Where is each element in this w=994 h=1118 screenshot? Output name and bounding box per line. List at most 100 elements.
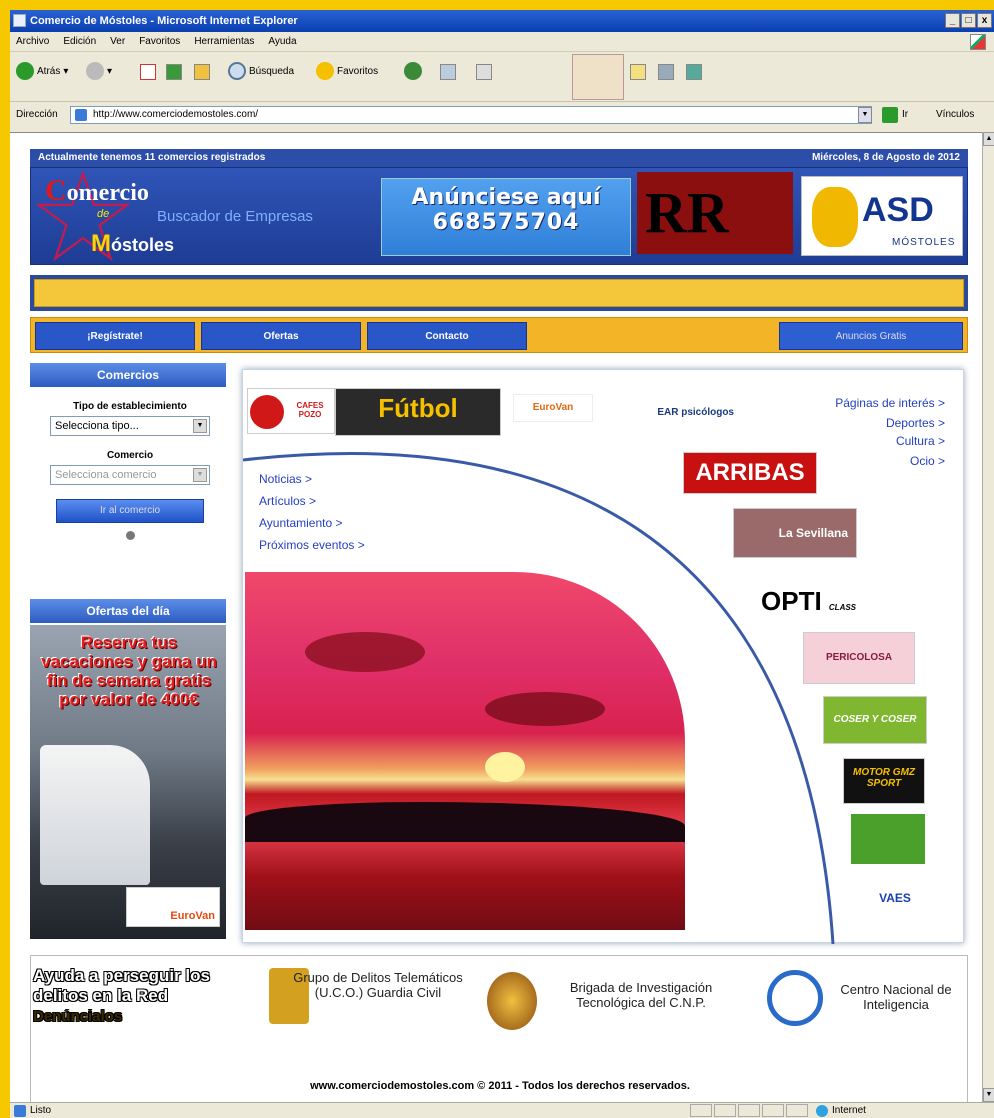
type-label: Tipo de establecimiento xyxy=(73,401,187,412)
status-text: Listo xyxy=(30,1105,52,1116)
internet-zone-icon xyxy=(816,1105,828,1117)
address-dropdown[interactable]: ▼ xyxy=(858,107,872,123)
menu-herramientas[interactable]: Herramientas xyxy=(194,36,254,47)
report-crime-banner[interactable]: Ayuda a perseguir los delitos en la Red … xyxy=(33,966,219,1027)
chevron-down-icon: ▼ xyxy=(193,419,207,433)
nav-offers[interactable]: Ofertas xyxy=(201,322,361,350)
uco-text[interactable]: Grupo de Delitos Telemáticos (U.C.O.) Gu… xyxy=(293,970,463,1000)
web-page: Actualmente tenemos 11 comercios registr… xyxy=(10,132,982,1102)
asd-banner[interactable]: ASD MÓSTOLES xyxy=(801,176,963,256)
go-arrow-icon[interactable] xyxy=(882,107,898,123)
menu-edicion[interactable]: Edición xyxy=(63,36,96,47)
sidebar: Comercios Tipo de establecimiento Selecc… xyxy=(30,363,230,943)
link-deportes[interactable]: Deportes > xyxy=(886,416,945,430)
print-icon[interactable] xyxy=(476,64,492,80)
messenger-icon[interactable] xyxy=(686,64,702,80)
link-ocio[interactable]: Ocio > xyxy=(910,454,945,468)
cafes-pozo-logo[interactable]: CAFES POZO xyxy=(247,388,335,434)
browser-window: Comercio de Móstoles - Microsoft Interne… xyxy=(10,10,994,1118)
menu-archivo[interactable]: Archivo xyxy=(16,36,49,47)
refresh-icon[interactable] xyxy=(166,64,182,80)
top-strip: Actualmente tenemos 11 comercios registr… xyxy=(30,149,968,167)
site-logo[interactable]: Comercio de Buscador de Empresas Móstole… xyxy=(35,170,365,262)
registered-count: Actualmente tenemos 11 comercios registr… xyxy=(38,152,266,163)
la-sevillana-logo[interactable]: La Sevillana xyxy=(733,508,857,558)
tools-icon[interactable] xyxy=(658,64,674,80)
cnp-text[interactable]: Brigada de Investigación Tecnológica del… xyxy=(539,980,743,1010)
link-proximos-eventos[interactable]: Próximos eventos > xyxy=(259,538,365,552)
vaes-logo[interactable]: VAES xyxy=(863,882,927,916)
cni-text[interactable]: Centro Nacional de Inteligencia xyxy=(823,982,969,1012)
window-title: Comercio de Móstoles - Microsoft Interne… xyxy=(30,15,298,27)
futbol-logo[interactable]: Fútbol xyxy=(335,388,501,436)
type-select[interactable]: Selecciona tipo... ▼ xyxy=(50,416,210,436)
home-icon[interactable] xyxy=(194,64,210,80)
green-shop-logo[interactable] xyxy=(851,814,925,864)
eurovan-logo-small[interactable]: EuroVan xyxy=(513,394,593,422)
nav-free-ads[interactable]: Anuncios Gratis xyxy=(779,322,963,350)
favorites-button[interactable]: Favoritos xyxy=(316,62,378,80)
rr-banner[interactable]: RR xyxy=(637,172,793,254)
cni-emblem-icon xyxy=(767,970,823,1026)
opticlass-logo[interactable]: OPTI CLASS xyxy=(759,566,879,622)
maximize-button[interactable]: □ xyxy=(961,13,976,28)
nav-contact[interactable]: Contacto xyxy=(367,322,527,350)
zone-text: Internet xyxy=(832,1105,866,1116)
menu-ayuda[interactable]: Ayuda xyxy=(268,36,296,47)
address-label: Dirección xyxy=(16,109,58,120)
back-button[interactable]: Atrás ▾ xyxy=(16,62,68,80)
scroll-up-icon[interactable]: ▲ xyxy=(983,132,994,146)
yellow-bar xyxy=(30,275,968,311)
site-footer: Ayuda a perseguir los delitos en la Red … xyxy=(30,955,968,1102)
pericolosa-logo[interactable]: PERICOLOSA xyxy=(803,632,915,684)
offer-text: Reserva tus vacaciones y gana un fin de … xyxy=(41,633,217,709)
chevron-down-icon: ▼ xyxy=(193,468,207,482)
shops-title: Comercios xyxy=(30,363,226,387)
ear-psicologos-logo[interactable]: EAR psicólogos xyxy=(619,392,739,432)
main-panel: CAFES POZO Fútbol EuroVan EAR psicólogos… xyxy=(242,369,964,944)
nav-register[interactable]: ¡Regístrate! xyxy=(35,322,195,350)
arribas-logo[interactable]: ARRIBAS xyxy=(683,452,817,494)
scroll-down-icon[interactable]: ▼ xyxy=(983,1088,994,1102)
mail-icon[interactable] xyxy=(440,64,456,80)
vertical-scrollbar[interactable]: ▲ ▼ xyxy=(982,132,994,1102)
site-header: Comercio de Buscador de Empresas Móstole… xyxy=(30,167,968,265)
eurovan-logo: EuroVan xyxy=(126,887,220,927)
motor-gmz-sport-logo[interactable]: MOTOR GMZ SPORT xyxy=(843,758,925,804)
search-button[interactable]: Búsqueda xyxy=(228,62,294,80)
close-button[interactable]: x xyxy=(977,13,992,28)
forward-button[interactable]: ▾ xyxy=(86,62,112,80)
menu-bar: Archivo Edición Ver Favoritos Herramient… xyxy=(10,32,994,52)
minimize-button[interactable]: _ xyxy=(945,13,960,28)
advertise-banner[interactable]: Anúnciese aquí 668575704 xyxy=(381,178,631,256)
offer-image[interactable]: Reserva tus vacaciones y gana un fin de … xyxy=(30,625,226,939)
go-label[interactable]: Ir xyxy=(902,109,908,120)
go-to-shop-button[interactable]: Ir al comercio xyxy=(56,499,204,523)
toolbar-logo-image xyxy=(572,54,624,100)
shops-box: Comercios Tipo de establecimiento Selecc… xyxy=(30,363,230,587)
address-bar: Dirección http://www.comerciodemostoles.… xyxy=(10,102,994,128)
toolbar: Atrás ▾ ▾ Búsqueda Favoritos xyxy=(10,52,994,102)
shop-select[interactable]: Selecciona comercio ▼ xyxy=(50,465,210,485)
menu-ver[interactable]: Ver xyxy=(110,36,125,47)
caravan-image xyxy=(40,745,150,885)
link-noticias[interactable]: Noticias > xyxy=(259,472,312,486)
ie-icon xyxy=(13,14,26,27)
folder-icon[interactable] xyxy=(630,64,646,80)
link-paginas-interes[interactable]: Páginas de interés > xyxy=(835,396,945,410)
loading-icon xyxy=(125,531,135,540)
forward-arrow-icon xyxy=(86,62,104,80)
link-articulos[interactable]: Artículos > xyxy=(259,494,316,508)
address-input[interactable]: http://www.comerciodemostoles.com/ xyxy=(70,106,872,124)
status-bar: Listo Internet xyxy=(10,1102,994,1118)
offers-title: Ofertas del día xyxy=(30,599,226,623)
menu-favoritos[interactable]: Favoritos xyxy=(139,36,180,47)
coser-y-coser-logo[interactable]: COSER Y COSER xyxy=(823,696,927,744)
link-cultura[interactable]: Cultura > xyxy=(896,434,945,448)
history-icon[interactable] xyxy=(404,62,422,80)
link-ayuntamiento[interactable]: Ayuntamiento > xyxy=(259,516,343,530)
stop-icon[interactable] xyxy=(140,64,156,80)
copyright: www.comerciodemostoles.com © 2011 - Todo… xyxy=(310,1080,690,1092)
links-label[interactable]: Vínculos xyxy=(936,109,974,120)
sunset-photo xyxy=(245,572,685,930)
